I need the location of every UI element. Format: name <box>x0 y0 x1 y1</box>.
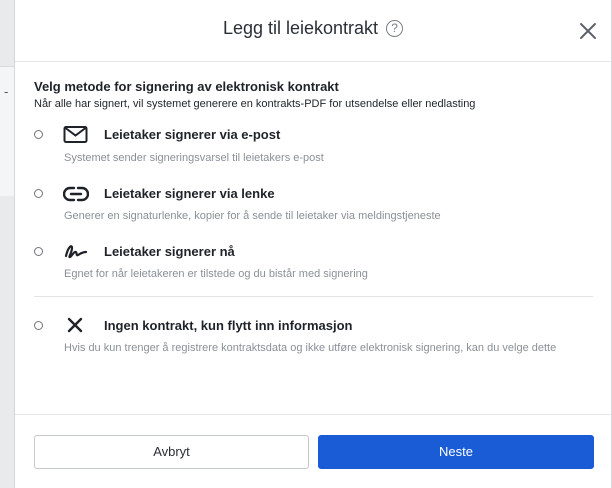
add-lease-dialog: Legg til leiekontrakt ? Velg metode for … <box>14 0 612 488</box>
section-title: Velg metode for signering av elektronisk… <box>34 79 339 94</box>
signature-icon <box>64 245 88 259</box>
option-no-contract-description: Hvis du kun trenger å registrere kontrak… <box>64 342 557 354</box>
close-icon[interactable] <box>579 22 597 40</box>
radio-email[interactable] <box>34 130 43 139</box>
next-button[interactable]: Neste <box>318 435 594 469</box>
radio-link[interactable] <box>34 189 43 198</box>
dialog-title-wrap: Legg til leiekontrakt ? <box>15 18 611 39</box>
option-email-label: Leietaker signerer via e-post <box>104 127 281 142</box>
option-sign-now-label: Leietaker signerer nå <box>104 244 235 259</box>
dialog-body: Velg metode for signering av elektronisk… <box>15 79 611 110</box>
dialog-footer: Avbryt Neste <box>15 414 611 488</box>
option-no-contract-label: Ingen kontrakt, kun flytt inn informasjo… <box>104 318 353 333</box>
option-email-description: Systemet sender signeringsvarsel til lei… <box>64 152 324 164</box>
option-sign-now-description: Egnet for når leietakeren er tilstede og… <box>64 268 368 280</box>
dialog-title: Legg til leiekontrakt <box>222 18 379 38</box>
option-divider <box>34 296 593 297</box>
x-icon <box>67 317 83 333</box>
help-icon[interactable]: ? <box>386 20 404 37</box>
radio-sign-now[interactable] <box>34 247 43 256</box>
background-dash: - <box>4 84 9 99</box>
link-icon <box>63 186 89 202</box>
option-link-description: Generer en signaturlenke, kopier for å s… <box>64 210 441 222</box>
radio-no-contract[interactable] <box>34 321 43 330</box>
dialog-header: Legg til leiekontrakt ? <box>15 0 611 62</box>
option-link-label: Leietaker signerer via lenke <box>104 186 275 201</box>
cancel-button[interactable]: Avbryt <box>34 435 309 469</box>
section-subtitle: Når alle har signert, vil systemet gener… <box>34 98 476 110</box>
envelope-icon <box>63 126 88 143</box>
